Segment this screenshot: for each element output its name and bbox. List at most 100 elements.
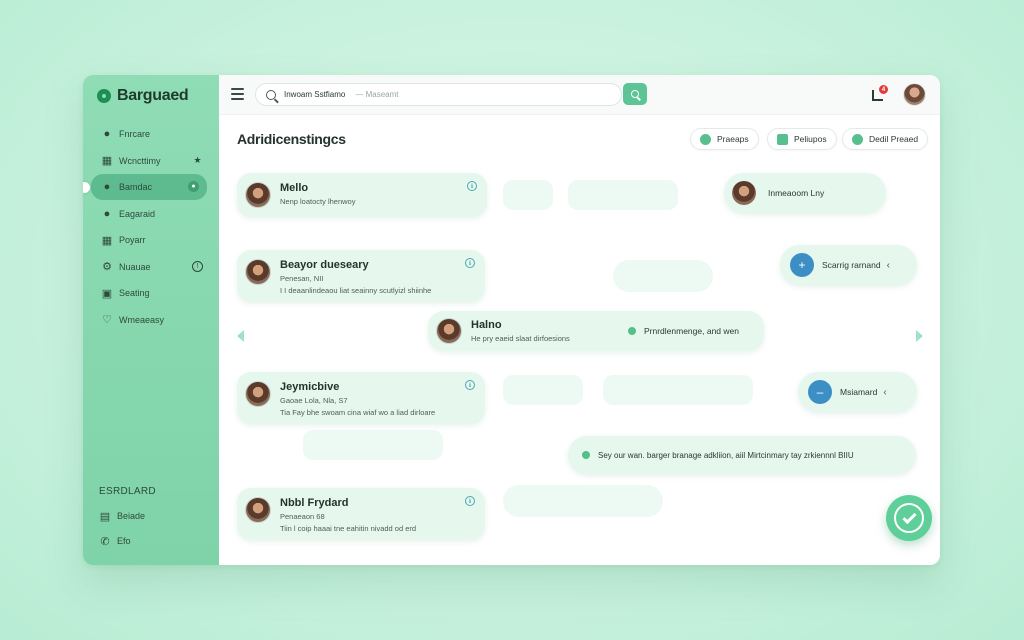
phone-icon: ✆ — [100, 535, 110, 548]
toggle-icon: ● — [188, 181, 199, 192]
contact-message: I I deaanlindeaou liat seainny scutlyizl… — [280, 286, 432, 295]
contact-name: Halno — [471, 319, 502, 331]
status-dot-icon — [582, 451, 590, 459]
search-placeholder: — Maseamt — [355, 90, 399, 99]
avatar — [732, 181, 756, 205]
sidebar-item-label: Nuauae — [119, 261, 151, 272]
info-icon[interactable]: ℹ — [465, 258, 475, 268]
previous-arrow-icon[interactable] — [237, 330, 244, 342]
sidebar-item-poyarr[interactable]: ▦ Poyarr — [83, 227, 219, 253]
contact-message: Tia Fay bhe swoam cina wiaf wo a liad di… — [280, 408, 436, 417]
pin-icon — [852, 133, 863, 145]
sidebar-section-title: ESRDLARD — [99, 486, 156, 497]
contact-card[interactable]: Mello Nenp loatocty lhenwoy ℹ — [237, 173, 487, 217]
decorative-shape — [613, 260, 713, 292]
user-icon: ● — [103, 181, 111, 193]
doc-icon: ▤ — [99, 510, 111, 523]
contact-card[interactable]: Jeymicbive Gaoae Lola, Nla, S7 Tia Fay b… — [237, 372, 485, 424]
sidebar-item-label: Wcncttimy — [119, 155, 161, 166]
info-icon: ! — [192, 260, 203, 272]
sidebar-item-wmeaeasy[interactable]: ♡ Wmeaeasy — [83, 307, 219, 333]
contact-name: Beayor dueseary — [280, 259, 369, 271]
user-icon: ● — [103, 128, 111, 140]
brand-logo-icon — [97, 89, 111, 103]
page-title: Adridicenstingcs — [237, 131, 346, 147]
contact-name: Jeymicbive — [280, 381, 340, 393]
pill-button-label: Peliupos — [794, 134, 827, 144]
pill-button-label: Dedil Preaed — [869, 134, 919, 144]
message-text: Sey our wan. barger branage adkliion, ai… — [598, 450, 854, 460]
pill-button-label: Praeaps — [717, 134, 749, 144]
image-icon: ▣ — [101, 287, 113, 300]
message-text: Inmeaoom Lny — [768, 188, 825, 198]
sidebar-item-label: Bamdac — [119, 182, 153, 192]
sidebar-item-fnrcare[interactable]: ● Fnrcare — [83, 121, 219, 147]
contact-detail: Penaeaon 68 — [280, 512, 325, 521]
decorative-shape — [503, 485, 663, 517]
grid-icon: ▦ — [101, 234, 113, 247]
avatar — [436, 318, 462, 344]
decorative-shape — [503, 375, 583, 405]
sidebar-item-wcncttimy[interactable]: ▦ Wcncttimy ★ — [83, 148, 219, 174]
notifications-button[interactable]: 4 — [872, 85, 888, 101]
message-bubble[interactable]: Sey our wan. barger branage adkliion, ai… — [568, 436, 916, 474]
sidebar-sub-item-efo[interactable]: ✆ Efo — [99, 535, 131, 548]
star-icon: ★ — [193, 154, 202, 165]
contact-card[interactable]: Beayor dueseary Penesan, NII I I deaanli… — [237, 250, 485, 302]
search-icon — [266, 89, 276, 100]
sidebar-sub-item-beiade[interactable]: ▤ Beiade — [99, 510, 146, 523]
sidebar-item-label: Wmeaeasy — [119, 314, 165, 325]
minus-icon: – — [808, 380, 832, 404]
sidebar-sub-item-label: Beiade — [117, 511, 146, 521]
decorative-shape — [568, 180, 678, 210]
info-icon[interactable]: ℹ — [465, 496, 475, 506]
search-value: Inwoam Sstfiamo — [284, 90, 346, 99]
contact-message: Tiin l coip haaai tne eahitin nivadd od … — [280, 524, 417, 533]
sidebar-nav: ● Fnrcare ▦ Wcncttimy ★ ● Bamdac ● ● Eag… — [83, 121, 219, 333]
info-icon[interactable]: ℹ — [467, 181, 477, 191]
contact-card[interactable]: Nbbl Frydard Penaeaon 68 Tiin l coip haa… — [237, 488, 485, 540]
sidebar-item-bamdac[interactable]: ● Bamdac ● — [83, 174, 207, 200]
message-bubble[interactable]: + Scarrig rarnand ‹ — [780, 245, 917, 285]
avatar — [245, 381, 271, 407]
pill-button-dedil-preaed[interactable]: Dedil Preaed — [842, 128, 929, 150]
user-avatar[interactable] — [903, 83, 926, 106]
sidebar-item-label: Eagaraid — [119, 208, 156, 219]
sidebar-item-eagaraid[interactable]: ● Eagaraid — [83, 201, 219, 227]
search-input[interactable]: Inwoam Sstfiamo — Maseamt — [255, 83, 622, 106]
status-text: Prnrdlenmenge, and wen — [628, 326, 739, 336]
decorative-shape — [303, 430, 443, 460]
user-icon: ● — [103, 207, 111, 220]
plus-icon: + — [790, 253, 814, 277]
chat-icon — [777, 133, 788, 145]
pill-button-peliupos[interactable]: Peliupos — [767, 128, 837, 150]
message-bubble[interactable]: – Msiamard ‹ — [798, 372, 917, 412]
decorative-shape — [603, 375, 753, 405]
topbar: Inwoam Sstfiamo — Maseamt 4 — [219, 75, 940, 115]
contact-detail: He pry eaeid slaat dirfoesions — [471, 334, 570, 343]
sidebar-item-label: Fnrcare — [119, 129, 151, 139]
sidebar-item-label: Poyarr — [119, 235, 146, 245]
contact-name: Mello — [280, 182, 309, 194]
app-window: Barguaed ● Fnrcare ▦ Wcncttimy ★ ● Bamda… — [83, 75, 940, 565]
contact-detail: Gaoae Lola, Nla, S7 — [280, 396, 348, 405]
search-icon — [631, 90, 639, 98]
message-bubble[interactable]: Inmeaoom Lny — [724, 173, 886, 213]
next-arrow-icon[interactable] — [916, 330, 923, 342]
avatar — [245, 497, 271, 523]
info-icon[interactable]: ℹ — [465, 380, 475, 390]
chevron-left-icon: ‹ — [883, 386, 887, 398]
search-button[interactable] — [623, 83, 647, 105]
menu-icon[interactable] — [231, 88, 244, 100]
sidebar-item-nuauae[interactable]: ⚙ Nuauae ! — [83, 254, 219, 280]
check-circle-icon — [894, 503, 924, 533]
message-text: Msiamard — [840, 387, 878, 397]
sidebar-item-seating[interactable]: ▣ Seating — [83, 280, 219, 306]
pill-button-praeaps[interactable]: Praeaps — [690, 128, 759, 150]
contact-card[interactable]: Halno He pry eaeid slaat dirfoesions Prn… — [428, 311, 764, 351]
brand-name: Barguaed — [117, 87, 189, 104]
brand[interactable]: Barguaed — [97, 85, 189, 107]
confirm-fab-button[interactable] — [886, 495, 932, 541]
sidebar-sub-item-label: Efo — [117, 536, 131, 546]
decorative-shape — [503, 180, 553, 210]
